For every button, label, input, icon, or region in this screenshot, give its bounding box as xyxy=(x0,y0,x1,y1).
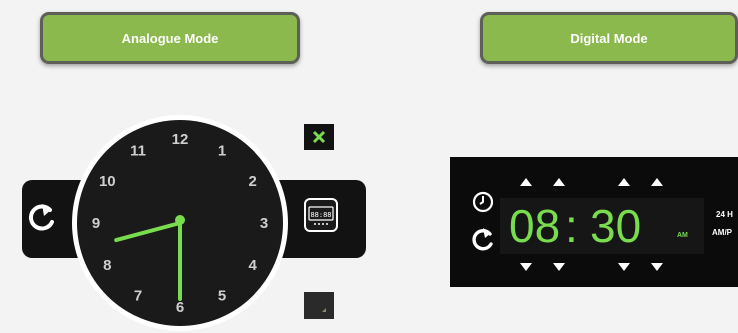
alarm-clock-icon[interactable] xyxy=(471,190,495,214)
clock-numeral-1: 1 xyxy=(218,142,226,159)
clock-numeral-11: 11 xyxy=(130,142,146,159)
refresh-icon[interactable] xyxy=(468,222,498,258)
clock-numeral-12: 12 xyxy=(172,131,189,148)
close-button[interactable] xyxy=(304,124,334,150)
analogue-mode-button[interactable]: Analogue Mode xyxy=(40,12,300,64)
clock-numeral-6: 6 xyxy=(176,299,184,316)
clock-numeral-8: 8 xyxy=(103,257,111,274)
minutes-display: 30 xyxy=(590,200,642,252)
minutes-ones-down-arrow-icon[interactable] xyxy=(651,263,663,271)
analog-clock-face: 121234567891011 xyxy=(72,115,288,331)
clock-center-pin xyxy=(175,215,185,225)
resize-icon xyxy=(322,308,326,312)
hours-ones-up-arrow-icon[interactable] xyxy=(553,178,565,186)
hours-tens-up-arrow-icon[interactable] xyxy=(520,178,532,186)
ampm-indicator: AM xyxy=(677,232,688,239)
resize-handle[interactable] xyxy=(304,292,334,319)
hours-display: 08 xyxy=(509,200,561,252)
minutes-tens-up-arrow-icon[interactable] xyxy=(618,178,630,186)
minutes-tens-down-arrow-icon[interactable] xyxy=(618,263,630,271)
hours-tens-down-arrow-icon[interactable] xyxy=(520,263,532,271)
clock-numeral-10: 10 xyxy=(99,173,116,190)
clock-numeral-4: 4 xyxy=(249,257,258,274)
clock-numeral-2: 2 xyxy=(249,173,257,190)
clock-numeral-9: 9 xyxy=(92,215,100,232)
toggle-display-text: 88:88 xyxy=(310,211,331,219)
digital-mode-button[interactable]: Digital Mode xyxy=(480,12,738,64)
hours-ones-down-arrow-icon[interactable] xyxy=(553,263,565,271)
digital-display-toggle-icon[interactable]: 88:88 xyxy=(304,198,338,232)
clock-numeral-3: 3 xyxy=(260,215,268,232)
ampm-toggle[interactable]: AM/P xyxy=(712,228,732,237)
close-icon xyxy=(312,130,326,144)
minutes-ones-up-arrow-icon[interactable] xyxy=(651,178,663,186)
clock-numeral-7: 7 xyxy=(134,288,142,305)
refresh-icon[interactable] xyxy=(24,196,60,240)
clock-numeral-5: 5 xyxy=(218,288,226,305)
24-hour-toggle[interactable]: 24 H xyxy=(716,210,733,219)
time-separator: : xyxy=(565,200,578,252)
